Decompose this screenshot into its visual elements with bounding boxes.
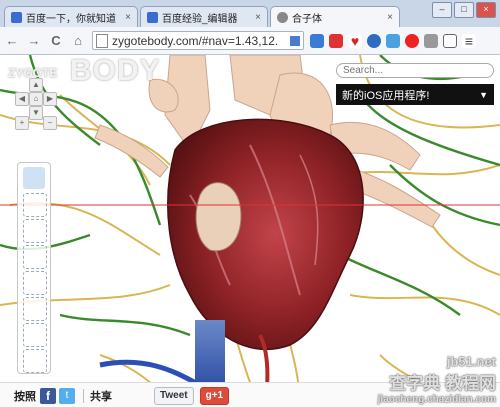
share-bar: 按照 f t 共享 Tweet g+1 <box>0 382 500 407</box>
print-icon[interactable] <box>424 33 438 48</box>
nerve-icon[interactable] <box>23 323 47 347</box>
search-box[interactable] <box>336 63 494 78</box>
twitter-icon[interactable]: t <box>59 387 75 404</box>
extension-icons: ♥ ≡ <box>310 33 476 48</box>
page-icon <box>96 33 108 48</box>
browser-tab-strip: 百度一下，你就知道 × 百度经验_编辑器 × 合子体 × – □ × <box>0 0 500 27</box>
follow-label: 按照 <box>14 390 36 403</box>
forward-button[interactable]: → <box>24 31 44 51</box>
browser-toolbar: ← → C ⌂ zygotebody.com/#nav=1.43,12. ♥ ≡ <box>0 27 500 55</box>
close-icon[interactable]: × <box>255 12 261 23</box>
logo-big-text: BODY <box>70 55 161 87</box>
anatomy-viewport[interactable]: ZYGOTE BODY ▲ ◀ ⌂ ▶ ▼ + − 新的iOS应用程序! ▼ 按… <box>0 55 500 407</box>
tab-label: 百度一下，你就知道 <box>26 13 116 25</box>
globe-icon[interactable] <box>367 33 381 48</box>
tab-label: 百度经验_编辑器 <box>162 13 238 25</box>
ios-app-banner[interactable]: 新的iOS应用程序! ▼ <box>336 84 494 105</box>
home-view-button[interactable]: ⌂ <box>29 92 43 106</box>
vessel-icon[interactable] <box>23 297 47 321</box>
zoom-out-button[interactable]: − <box>43 116 57 130</box>
translate-icon[interactable] <box>290 35 300 46</box>
search-input[interactable] <box>343 65 483 76</box>
red-extension-icon[interactable] <box>329 33 343 48</box>
close-icon[interactable]: × <box>125 12 131 23</box>
blue-extension-icon[interactable] <box>386 33 400 48</box>
divider <box>83 388 84 403</box>
screenshot-extension-icon[interactable] <box>310 33 324 48</box>
window-controls: – □ × <box>432 2 496 18</box>
close-icon[interactable]: × <box>387 12 393 23</box>
full-body-icon[interactable] <box>23 167 45 189</box>
pan-right-button[interactable]: ▶ <box>43 92 57 106</box>
minimize-button[interactable]: – <box>432 2 452 18</box>
close-window-button[interactable]: × <box>476 2 496 18</box>
heart-icon[interactable]: ♥ <box>348 33 362 48</box>
url-text: zygotebody.com/#nav=1.43,12. <box>112 33 279 48</box>
pan-down-button[interactable]: ▼ <box>29 106 43 120</box>
dropdown-caret-icon[interactable]: ▼ <box>479 90 488 100</box>
pan-left-button[interactable]: ◀ <box>15 92 29 106</box>
zoom-in-button[interactable]: + <box>15 116 29 130</box>
facebook-icon[interactable]: f <box>40 387 56 404</box>
skeleton-icon[interactable] <box>23 193 47 217</box>
baidu-paw-icon <box>147 11 158 23</box>
google-plus-button[interactable]: g+1 <box>199 386 230 405</box>
tab-zygote-active[interactable]: 合子体 × <box>270 6 400 27</box>
tab-baidu[interactable]: 百度一下，你就知道 × <box>4 6 138 27</box>
baidu-paw-icon <box>11 11 22 23</box>
skin-icon[interactable] <box>23 349 47 373</box>
navigation-pad: ▲ ◀ ⌂ ▶ ▼ + − <box>14 78 57 148</box>
reload-button[interactable]: C <box>46 31 66 51</box>
layer-selector <box>17 162 51 374</box>
tweet-button[interactable]: Tweet <box>154 386 194 405</box>
back-button[interactable]: ← <box>2 31 22 51</box>
address-bar[interactable]: zygotebody.com/#nav=1.43,12. <box>92 31 304 50</box>
muscle-icon[interactable] <box>23 219 47 243</box>
pan-up-button[interactable]: ▲ <box>29 78 43 92</box>
organ-icon[interactable] <box>23 271 47 295</box>
bone-icon[interactable] <box>23 245 47 269</box>
banner-text: 新的iOS应用程序! <box>342 89 430 102</box>
opera-icon[interactable] <box>405 33 419 48</box>
gear-icon <box>277 11 288 23</box>
maximize-button[interactable]: □ <box>454 2 474 18</box>
menu-icon[interactable]: ≡ <box>462 33 476 48</box>
home-button[interactable]: ⌂ <box>68 31 88 51</box>
window-icon[interactable] <box>443 33 457 48</box>
heart-3d-scene[interactable] <box>0 55 500 407</box>
share-label: 共享 <box>90 390 112 403</box>
tab-baidu-jingyan[interactable]: 百度经验_编辑器 × <box>140 6 268 27</box>
tab-label: 合子体 <box>292 13 322 25</box>
